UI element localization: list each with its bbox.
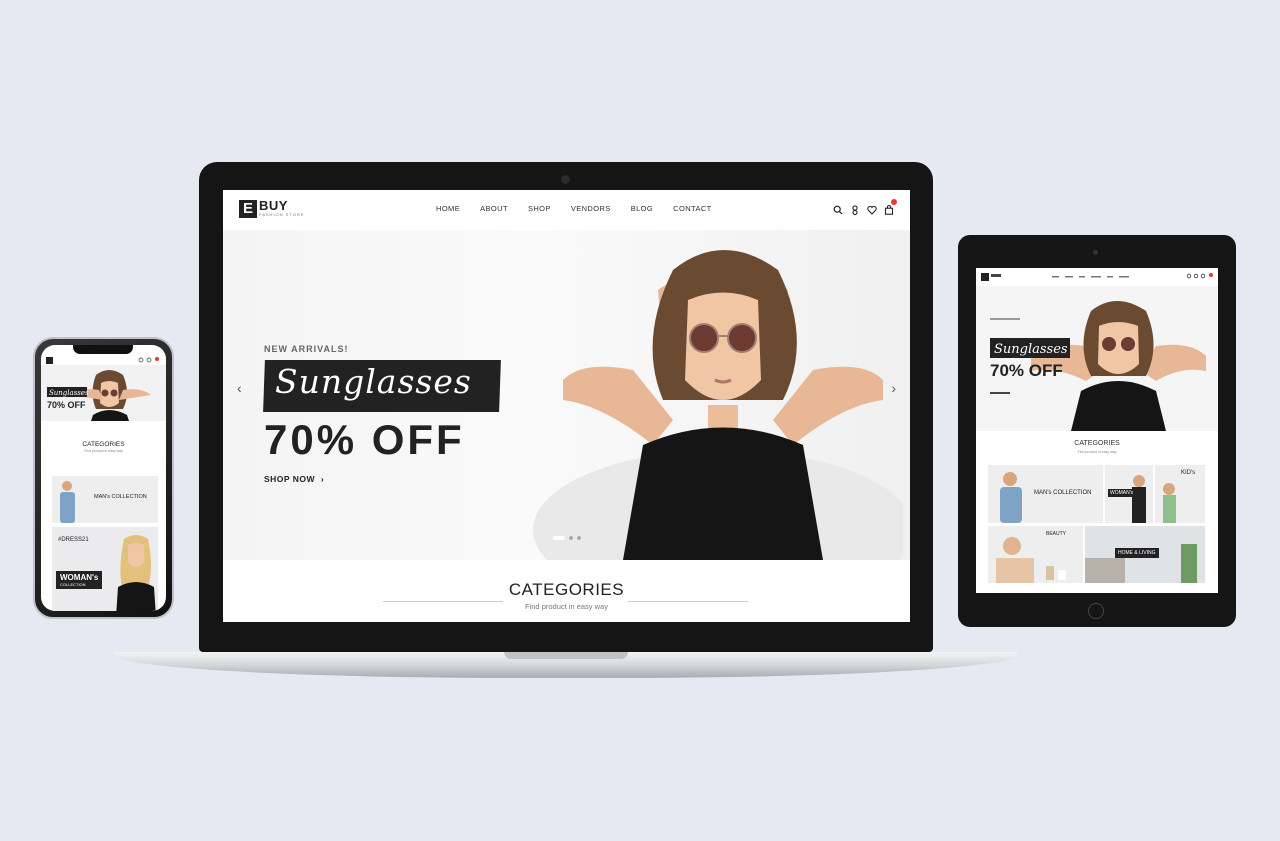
phone-categories-subtitle: Find product in easy way [84,449,123,453]
tablet-hero: Sunglasses 70% OFF [976,286,1218,431]
heart-icon[interactable] [867,202,877,220]
tablet-tile-kids[interactable]: KID's [1155,465,1205,523]
hero-slider: NEW ARRIVALS! Sunglasses 70% OFF SHOP NO… [223,230,910,560]
tile-man-image [1000,472,1022,523]
tablet-home-button[interactable] [1088,603,1104,619]
tile-beauty-image [996,537,1066,583]
tablet-tile-home[interactable]: HOME & LIVING [1085,526,1205,583]
cart-icon[interactable] [884,199,897,220]
tablet-screen: Sunglasses 70% OFF CATEGORIES Find produ… [976,268,1218,593]
tablet-camera [1093,250,1098,255]
nav-vendors[interactable]: VENDORS [571,204,611,213]
laptop-device: E BUY FASHION STORE HOME ABOUT SHOP VEND… [199,162,933,652]
tablet-hero-offer: 70% OFF [990,361,1063,380]
nav-blog[interactable]: BLOG [631,204,653,213]
nav-home[interactable]: HOME [436,204,460,213]
tile-beauty-label: BEAUTY [1046,531,1067,537]
phone-tile-man-image [60,481,75,523]
site-logo[interactable]: E BUY FASHION STORE [239,198,305,218]
phone-tile-woman-label: WOMAN's [60,573,99,582]
nav-contact[interactable]: CONTACT [673,204,712,213]
header-icons [833,199,897,220]
phone-hero-image: Sunglasses 70% OFF [47,370,151,421]
tablet-nav-bar [981,273,1213,281]
tablet-tile-woman[interactable]: WOMAN's [1105,465,1153,523]
cart-badge [891,199,897,205]
site-header: E BUY FASHION STORE HOME ABOUT SHOP VEND… [223,190,910,230]
chevron-right-icon: › [317,474,325,484]
phone-tile-tag: #DRESS21 [58,537,89,543]
phone-device: Sunglasses 70% OFF CATEGORIES Find produ… [33,337,174,619]
hero-offer: 70% OFF [264,416,465,463]
tablet-header [976,268,1218,286]
slider-dot[interactable] [577,536,581,540]
slider-next-icon[interactable]: › [891,380,896,396]
tablet-hero-image: Sunglasses 70% OFF [990,301,1206,431]
phone-header [46,357,159,364]
categories-subtitle: Find product in easy way [525,602,608,611]
nav-about[interactable]: ABOUT [480,204,508,213]
phone-tile-woman-badge: WOMAN's COLLECTION [56,571,103,589]
laptop-base [114,652,1018,678]
slider-dots [553,536,581,540]
shop-now-button[interactable]: SHOP NOW › [264,474,324,484]
tablet-hero-product: Sunglasses [994,342,1068,357]
slider-prev-icon[interactable]: ‹ [237,380,242,396]
phone-hero-product: Sunglasses [49,389,89,397]
user-icon[interactable] [850,202,860,220]
phone-tile-man-label: MAN's COLLECTION [94,494,147,500]
tablet-device: Sunglasses 70% OFF CATEGORIES Find produ… [958,235,1236,627]
tablet-categories-subtitle: Find product in easy way [1077,450,1117,454]
laptop-screen: E BUY FASHION STORE HOME ABOUT SHOP VEND… [223,190,910,622]
hero-product: Sunglasses [275,362,472,401]
phone-tile-woman[interactable]: #DRESS21 WOMAN's COLLECTION [52,527,158,611]
logo-name: BUY [259,198,288,213]
phone-hero: Sunglasses 70% OFF [41,365,166,421]
logo-mark: E [239,200,257,218]
categories-title: CATEGORIES [508,580,625,599]
slider-dot[interactable] [553,536,565,540]
search-icon[interactable] [833,202,843,220]
tablet-tile-beauty[interactable]: BEAUTY [988,526,1083,583]
hero-kicker: NEW ARRIVALS! [264,344,349,354]
tile-woman-label: WOMAN's [1108,489,1136,497]
tablet-categories-title: CATEGORIES [1074,440,1120,447]
phone-notch [73,345,133,354]
tile-home-label: HOME & LIVING [1115,548,1159,558]
hero-model-image [533,250,903,560]
main-menu: HOME ABOUT SHOP VENDORS BLOG CONTACT [436,204,712,213]
shop-now-label: SHOP NOW [264,474,316,484]
nav-shop[interactable]: SHOP [528,204,551,213]
phone-screen: Sunglasses 70% OFF CATEGORIES Find produ… [41,345,166,611]
laptop-camera [561,175,570,184]
phone-tile-man[interactable]: MAN's COLLECTION [52,476,158,523]
tile-man-label: MAN's COLLECTION [1034,490,1092,496]
tablet-tile-man[interactable]: MAN's COLLECTION [988,465,1103,523]
categories-section: CATEGORIES Find product in easy way [223,560,910,622]
phone-categories-title: CATEGORIES [82,441,125,448]
phone-hero-offer: 70% OFF [47,400,86,410]
logo-tagline: FASHION STORE [259,212,305,217]
phone-tile-woman-sub: COLLECTION [60,582,86,587]
tile-kids-label: KID's [1181,470,1196,476]
tile-kids-image [1163,483,1176,523]
slider-dot[interactable] [569,536,573,540]
